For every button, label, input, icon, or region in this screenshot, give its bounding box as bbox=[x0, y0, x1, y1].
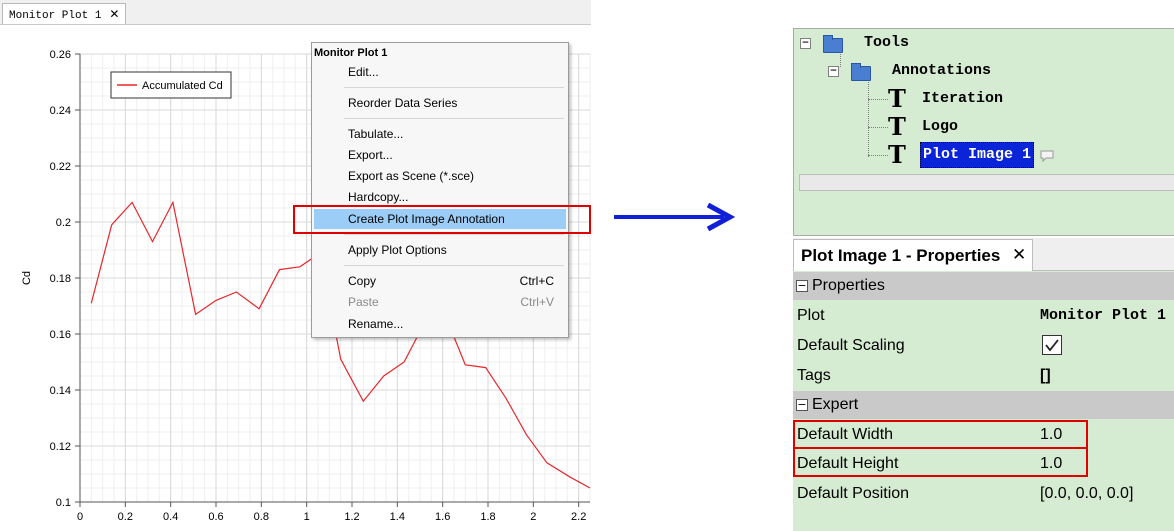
context-menu: Monitor Plot 1 Edit... Reorder Data Seri… bbox=[311, 42, 569, 338]
menu-item-paste: Paste Ctrl+V bbox=[348, 295, 554, 309]
properties-panel: Plot Image 1 - Properties ✕ − Properties… bbox=[793, 238, 1174, 531]
arrow-right-icon bbox=[614, 202, 736, 232]
tree-connector bbox=[868, 77, 869, 157]
menu-separator bbox=[344, 118, 564, 119]
menu-item-export[interactable]: Export... bbox=[314, 145, 566, 165]
speech-bubble-icon bbox=[1040, 150, 1054, 163]
text-annotation-icon: T bbox=[888, 84, 906, 113]
collapse-icon[interactable]: − bbox=[800, 38, 811, 49]
tab-monitor-plot-1[interactable]: Monitor Plot 1 ✕ bbox=[2, 3, 127, 24]
x-tick-label: 1.2 bbox=[344, 511, 359, 523]
menu-item-export-as-scene[interactable]: Export as Scene (*.sce) bbox=[314, 166, 566, 186]
y-tick-label: 0.24 bbox=[50, 105, 71, 117]
property-row-default-scaling[interactable]: Default Scaling bbox=[793, 331, 1174, 360]
close-icon[interactable]: ✕ bbox=[1012, 240, 1026, 271]
x-tick-label: 0.4 bbox=[163, 511, 178, 523]
group-expert[interactable]: − Expert bbox=[793, 391, 1174, 419]
menu-separator bbox=[344, 234, 564, 235]
x-tick-label: 1.8 bbox=[480, 511, 495, 523]
legend-label: Accumulated Cd bbox=[142, 80, 223, 92]
chart-legend: Accumulated Cd bbox=[110, 71, 232, 99]
tree-node-logo[interactable]: T Logo bbox=[888, 114, 1138, 140]
tree-connector bbox=[868, 155, 888, 156]
folder-icon bbox=[851, 63, 871, 81]
y-tick-label: 0.22 bbox=[50, 161, 71, 173]
y-tick-label: 0.16 bbox=[50, 329, 71, 341]
menu-separator bbox=[344, 87, 564, 88]
x-tick-label: 0 bbox=[77, 511, 83, 523]
text-annotation-icon: T bbox=[888, 140, 906, 169]
plot-tab-bar: Monitor Plot 1 ✕ bbox=[0, 0, 591, 25]
y-tick-label: 0.12 bbox=[50, 441, 71, 453]
tree-node-iteration[interactable]: T Iteration bbox=[888, 86, 1138, 112]
collapse-icon[interactable]: − bbox=[796, 399, 808, 411]
tree-node-tools[interactable]: − Tools bbox=[800, 30, 1000, 56]
collapse-icon[interactable]: − bbox=[828, 66, 839, 77]
x-tick-label: 1 bbox=[304, 511, 310, 523]
context-menu-header: Monitor Plot 1 bbox=[314, 47, 388, 59]
highlight-box-create-annotation bbox=[293, 205, 591, 234]
menu-item-copy[interactable]: Copy Ctrl+C bbox=[314, 271, 566, 291]
tab-plot-image-properties[interactable]: Plot Image 1 - Properties ✕ bbox=[793, 239, 1033, 271]
y-tick-label: 0.26 bbox=[50, 49, 71, 61]
checkmark-icon bbox=[1045, 339, 1059, 352]
y-tick-label: 0.1 bbox=[56, 497, 71, 509]
x-tick-label: 0.8 bbox=[254, 511, 269, 523]
menu-separator bbox=[344, 265, 564, 266]
horizontal-scrollbar[interactable] bbox=[799, 174, 1174, 191]
folder-icon bbox=[823, 35, 843, 53]
x-tick-label: 0.2 bbox=[118, 511, 133, 523]
y-axis-title: Cd bbox=[21, 271, 33, 285]
y-tick-label: 0.14 bbox=[50, 385, 71, 397]
text-annotation-icon: T bbox=[888, 112, 906, 141]
properties-tab-bar: Plot Image 1 - Properties ✕ bbox=[793, 238, 1174, 271]
x-tick-label: 1.4 bbox=[390, 511, 405, 523]
tab-label: Monitor Plot 1 bbox=[9, 10, 102, 22]
collapse-icon[interactable]: − bbox=[796, 280, 808, 292]
simulation-tree: − Tools − Annotations T Iteration T Logo… bbox=[793, 28, 1174, 236]
tree-node-plot-image-1[interactable]: T Plot Image 1 bbox=[888, 142, 1168, 168]
menu-item-reorder-data-series[interactable]: Reorder Data Series bbox=[314, 93, 566, 113]
property-row-default-position[interactable]: Default Position [0.0, 0.0, 0.0] bbox=[793, 479, 1174, 508]
highlight-box-divider bbox=[795, 447, 1086, 449]
plot-window: Monitor Plot 1 ✕ 0 0.2 0.4 0.6 0.8 1 1.2 1.4 1.6 1… bbox=[0, 0, 591, 531]
menu-item-tabulate[interactable]: Tabulate... bbox=[314, 124, 566, 144]
x-tick-label: 1.6 bbox=[435, 511, 450, 523]
property-row-tags[interactable]: Tags [] bbox=[793, 361, 1174, 390]
y-tick-label: 0.2 bbox=[56, 217, 71, 229]
tab-label: Plot Image 1 - Properties bbox=[801, 246, 1001, 265]
tree-connector bbox=[868, 127, 888, 128]
x-tick-label: 2.2 bbox=[571, 511, 586, 523]
x-tick-label: 2 bbox=[530, 511, 536, 523]
x-tick-label: 0.6 bbox=[208, 511, 223, 523]
menu-item-hardcopy[interactable]: Hardcopy... bbox=[314, 187, 566, 207]
y-tick-label: 0.18 bbox=[50, 273, 71, 285]
group-properties[interactable]: − Properties bbox=[793, 272, 1174, 300]
default-scaling-checkbox[interactable] bbox=[1042, 335, 1062, 355]
close-icon[interactable]: ✕ bbox=[109, 7, 119, 21]
menu-item-edit[interactable]: Edit... bbox=[314, 62, 566, 82]
menu-item-rename[interactable]: Rename... bbox=[314, 314, 566, 334]
tree-connector bbox=[868, 99, 888, 100]
menu-item-apply-plot-options[interactable]: Apply Plot Options bbox=[314, 240, 566, 260]
tree-node-annotations[interactable]: − Annotations bbox=[828, 58, 1078, 84]
property-row-plot[interactable]: Plot Monitor Plot 1 bbox=[793, 301, 1174, 330]
